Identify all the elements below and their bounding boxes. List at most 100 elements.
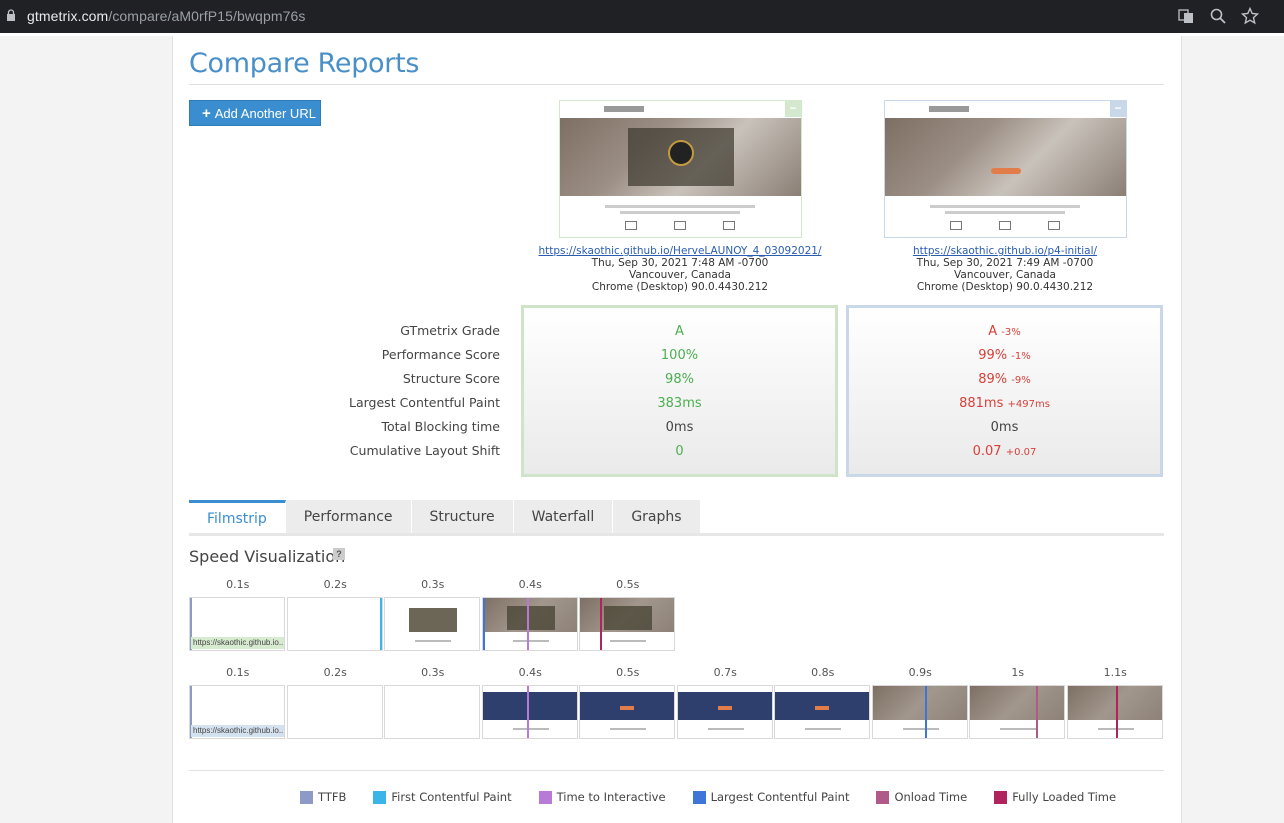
frame-column: 0.2s xyxy=(286,666,385,739)
filmstrip-frame[interactable] xyxy=(969,685,1065,739)
filmstrip-frame[interactable]: https://skaothic.github.io... xyxy=(189,685,285,739)
screenshot-text-line xyxy=(945,211,1065,214)
filmstrip-frame[interactable] xyxy=(871,685,968,739)
filmstrip-frame[interactable] xyxy=(1066,685,1163,739)
legend-swatch xyxy=(538,790,552,804)
label-performance-score: Performance Score xyxy=(381,347,500,362)
page-side-background-right xyxy=(1182,36,1284,823)
report-a-url-link[interactable]: https://skaothic.github.io/HerveLAUNOY_4… xyxy=(539,245,822,257)
tab-performance[interactable]: Performance xyxy=(285,500,412,534)
frame-hero xyxy=(970,686,1064,720)
filmstrip-frame[interactable] xyxy=(579,597,675,651)
frame-time: 0.5s xyxy=(616,578,640,591)
report-a-lcp: 383ms xyxy=(657,396,702,411)
frame-column: 0.1s https://skaothic.github.io... xyxy=(189,578,287,651)
frame-time: 0.4s xyxy=(518,578,542,591)
frame-column: 0.8s xyxy=(774,666,872,739)
legend-swatch xyxy=(373,790,387,804)
filmstrip-frame[interactable] xyxy=(384,597,480,651)
collapse-icon[interactable]: − xyxy=(785,101,801,117)
frame-time: 0.7s xyxy=(713,666,737,679)
frame-column: 1s xyxy=(969,666,1067,739)
frame-time: 0.1s xyxy=(226,666,250,679)
report-b-url-link[interactable]: https://skaothic.github.io/p4-initial/ xyxy=(913,245,1097,257)
page-side-background-left xyxy=(0,36,172,823)
report-b-performance-diff: -1% xyxy=(1011,351,1031,362)
screenshot-hero xyxy=(560,118,801,196)
filmstrip-frame[interactable] xyxy=(774,685,870,739)
translate-icon[interactable] xyxy=(1177,7,1195,25)
frame-column: 0.4s xyxy=(481,578,580,651)
filmstrip-frame[interactable] xyxy=(384,685,480,739)
report-b-tbt: 0ms xyxy=(990,420,1019,435)
label-cumulative-layout-shift: Cumulative Layout Shift xyxy=(349,443,500,458)
tab-graphs[interactable]: Graphs xyxy=(613,500,701,534)
report-b-screenshot[interactable]: − xyxy=(884,100,1127,238)
report-b-grade-row: A -3% xyxy=(849,324,1160,348)
help-icon[interactable]: ? xyxy=(333,548,345,560)
legend-label: Time to Interactive xyxy=(556,790,666,804)
report-a-location: Vancouver, Canada xyxy=(629,269,731,281)
frame-text-line xyxy=(805,728,841,730)
collapse-icon[interactable]: − xyxy=(1110,101,1126,117)
filmstrip-frame[interactable] xyxy=(676,685,773,739)
lock-icon xyxy=(7,9,15,21)
frame-cta xyxy=(717,706,732,710)
frame-hero-overlay xyxy=(506,606,555,630)
frame-column: 0.5s xyxy=(579,578,677,651)
report-a-meta: https://skaothic.github.io/HerveLAUNOY_4… xyxy=(530,245,830,293)
label-structure-score: Structure Score xyxy=(402,371,500,386)
screenshot-header xyxy=(885,101,1126,118)
label-largest-contentful-paint: Largest Contentful Paint xyxy=(349,395,500,410)
add-another-url-button[interactable]: + Add Another URL xyxy=(189,100,321,126)
tti-marker xyxy=(526,686,529,738)
tab-waterfall[interactable]: Waterfall xyxy=(513,500,614,534)
filmstrip-report-a: 0.1s https://skaothic.github.io... 0.2s … xyxy=(189,578,677,651)
frame-time: 0.2s xyxy=(323,666,347,679)
report-b-cls: 0.07 xyxy=(972,444,1002,459)
tab-filmstrip[interactable]: Filmstrip xyxy=(189,500,286,534)
fully-loaded-marker xyxy=(1115,686,1118,738)
timing-legend: TTFB First Contentful Paint Time to Inte… xyxy=(300,790,1143,804)
filmstrip-frame[interactable] xyxy=(286,685,383,739)
frame-url-caption: https://skaothic.github.io... xyxy=(191,725,284,737)
legend-label: Largest Contentful Paint xyxy=(710,790,850,804)
screenshot-service-icons xyxy=(950,221,1060,231)
legend-first-contentful-paint: First Contentful Paint xyxy=(373,790,512,804)
frame-url-caption: https://skaothic.github.io... xyxy=(191,637,284,649)
screenshot-hero xyxy=(885,118,1126,196)
filmstrip-frame[interactable] xyxy=(579,685,675,739)
report-b-structure-row: 89% -9% xyxy=(849,372,1160,396)
service-icon xyxy=(674,221,686,230)
filmstrip-frame[interactable] xyxy=(481,685,578,739)
legend-fully-loaded-time: Fully Loaded Time xyxy=(994,790,1116,804)
plus-icon: + xyxy=(202,104,211,122)
service-icon xyxy=(1048,221,1060,230)
report-a-grade: A xyxy=(675,324,684,339)
legend-swatch xyxy=(994,790,1008,804)
label-total-blocking-time: Total Blocking time xyxy=(381,419,500,434)
report-a-screenshot[interactable]: − xyxy=(559,100,802,238)
frame-time: 1.1s xyxy=(1103,666,1127,679)
url-host: gtmetrix.com xyxy=(27,8,109,24)
report-a-metrics: A 100% 98% 383ms 0ms 0 xyxy=(521,305,838,477)
legend-ttfb: TTFB xyxy=(300,790,346,804)
metric-labels: GTmetrix Grade Performance Score Structu… xyxy=(300,323,500,467)
filmstrip-frame[interactable] xyxy=(481,597,578,651)
filmstrip-frame[interactable]: https://skaothic.github.io... xyxy=(189,597,285,651)
legend-label: First Contentful Paint xyxy=(391,790,512,804)
zoom-icon[interactable] xyxy=(1209,7,1227,25)
bookmark-star-icon[interactable] xyxy=(1241,7,1259,25)
legend-label: Fully Loaded Time xyxy=(1012,790,1117,804)
tab-structure[interactable]: Structure xyxy=(411,500,514,534)
frame-column: 0.5s xyxy=(579,666,677,739)
filmstrip-frame[interactable] xyxy=(286,597,383,651)
frame-time: 0.1s xyxy=(226,578,250,591)
report-b-structure: 89% xyxy=(978,372,1008,387)
tabs-divider xyxy=(189,533,1164,536)
address-bar[interactable]: gtmetrix.com/compare/aM0rfP15/bwqpm76s xyxy=(27,8,305,24)
frame-hero xyxy=(677,692,772,720)
frame-text-line xyxy=(707,728,744,730)
frame-column: 0.2s xyxy=(286,578,385,651)
frame-cta xyxy=(815,706,829,710)
